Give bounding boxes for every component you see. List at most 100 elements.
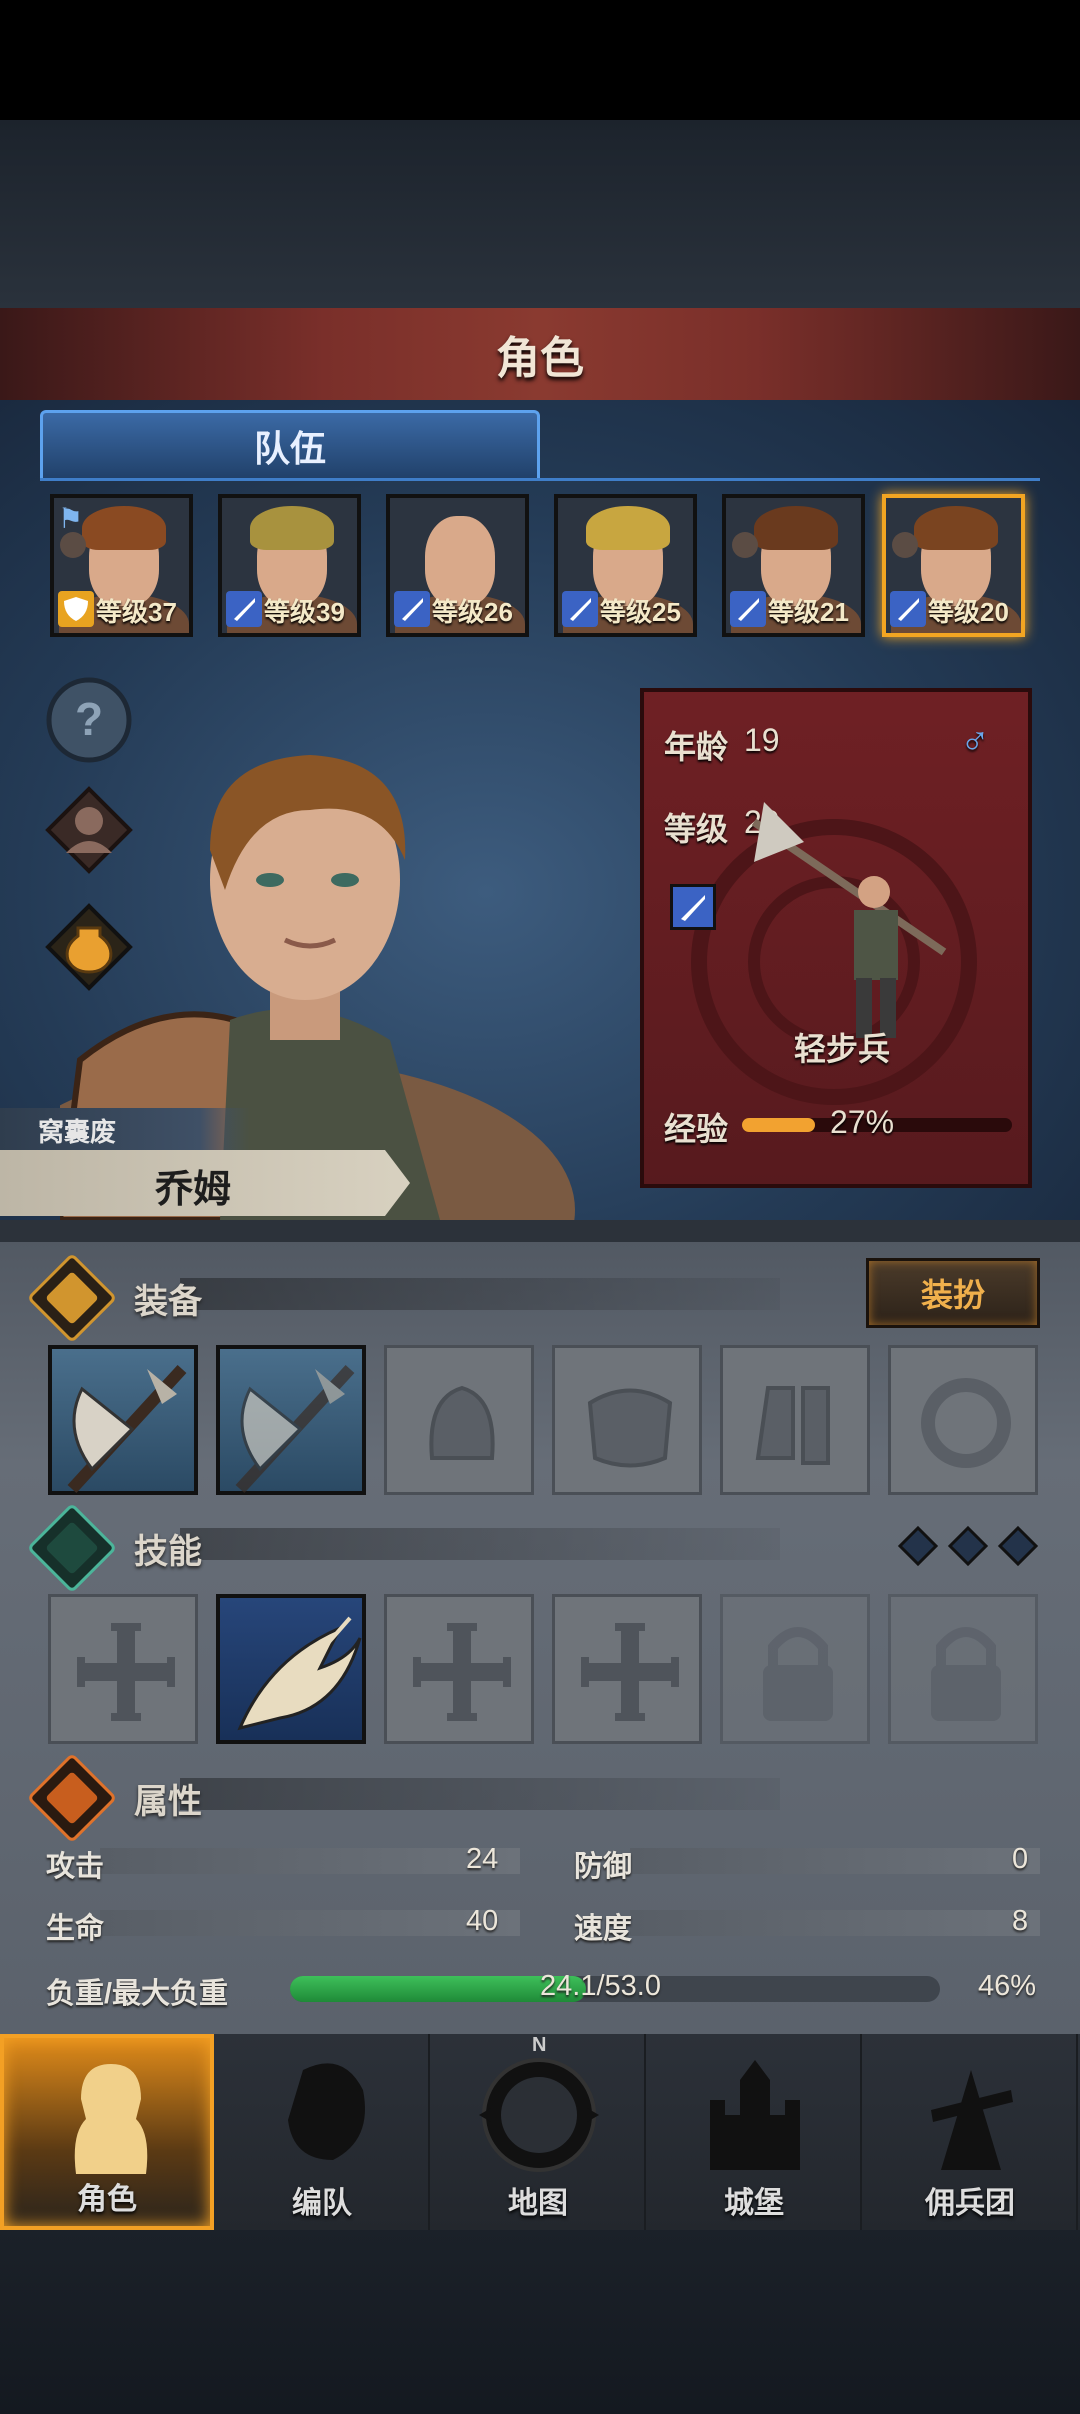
locked-skill-slot[interactable] <box>720 1594 870 1744</box>
hp-label: 生命 <box>46 1913 105 1945</box>
portrait-hair <box>82 506 166 550</box>
skills-title: 技能 <box>134 1533 202 1571</box>
portrait-hair <box>754 506 838 550</box>
sword-icon <box>730 591 766 627</box>
party-portrait[interactable]: 等级20 <box>882 494 1025 637</box>
attack-value: 24 <box>466 1843 499 1875</box>
defense-bar <box>630 1848 1040 1874</box>
ring-slot[interactable] <box>888 1345 1038 1495</box>
nav-formation[interactable]: 编队 <box>216 2034 430 2230</box>
age-value: 19 <box>744 722 780 758</box>
defense-label: 防御 <box>574 1851 633 1883</box>
portrait-level: 等级25 <box>600 597 681 627</box>
panel-divider <box>0 1220 1080 1242</box>
exp-bar-fill <box>742 1118 815 1132</box>
hp-bar <box>100 1910 520 1936</box>
speed-value: 8 <box>1012 1905 1029 1937</box>
section-bar <box>180 1528 780 1560</box>
sword-icon <box>562 591 598 627</box>
nav-label: 地图 <box>508 2187 568 2220</box>
class-name: 轻步兵 <box>794 1031 891 1067</box>
eagle-skill-slot[interactable] <box>216 1594 366 1744</box>
nav-label: 角色 <box>77 2183 137 2216</box>
portrait-hair <box>586 506 670 550</box>
sword-icon <box>890 591 926 627</box>
equipment-title: 装备 <box>134 1283 202 1321</box>
top-backdrop <box>0 120 1080 310</box>
weight-value: 24.1/53.0 <box>540 1970 661 2002</box>
castle-icon <box>685 2040 825 2180</box>
helmet-slot[interactable] <box>384 1345 534 1495</box>
attack-bar <box>100 1848 520 1874</box>
section-bar <box>180 1778 780 1810</box>
level-label: 等级 <box>664 811 729 847</box>
portrait-level: 等级21 <box>768 597 849 627</box>
portrait-level: 等级37 <box>96 597 177 627</box>
character-name[interactable]: 乔姆 <box>155 1158 231 1213</box>
knight-icon <box>41 2044 181 2184</box>
hp-value: 40 <box>466 1905 499 1937</box>
attributes-header: 属性 <box>26 1752 1040 1844</box>
character-trait: 窝囊废 <box>38 1117 117 1147</box>
tab-team[interactable]: 队伍 <box>40 410 540 478</box>
leader-flag-icon: ⚑ <box>58 503 84 534</box>
empty-skill-slot[interactable] <box>384 1594 534 1744</box>
dress-up-label: 装扮 <box>920 1277 985 1313</box>
mercenary-icon <box>901 2040 1041 2180</box>
nav-label: 城堡 <box>724 2187 784 2220</box>
portrait-level: 等级26 <box>432 597 513 627</box>
character-info-card: 年龄 19 ♂ 等级 20 轻步兵 经验 27% <box>640 688 1032 1188</box>
empty-skill-slot[interactable] <box>48 1594 198 1744</box>
svg-text:?: ? <box>75 693 103 745</box>
status-bar-area <box>0 0 1080 120</box>
section-bar <box>180 1278 780 1310</box>
nav-knight[interactable]: 角色 <box>0 2034 214 2230</box>
party-portrait[interactable]: 等级25 <box>554 494 697 637</box>
defense-value: 0 <box>1012 1843 1029 1875</box>
tab-team-label: 队伍 <box>253 427 326 469</box>
shield-icon <box>58 591 94 627</box>
gender-male-icon: ♂ <box>960 718 990 762</box>
portrait-level: 等级20 <box>928 597 1009 627</box>
compass-map-icon <box>469 2040 609 2180</box>
age-label: 年龄 <box>664 729 729 765</box>
armor-slot[interactable] <box>552 1345 702 1495</box>
portrait-hair <box>914 506 998 550</box>
bottom-backdrop <box>0 2230 1080 2414</box>
portrait-hair <box>250 506 334 550</box>
dress-up-button[interactable]: 装扮 <box>866 1258 1040 1328</box>
speed-label: 速度 <box>574 1913 633 1945</box>
companion-icon <box>60 532 86 558</box>
formation-icon <box>253 2040 393 2180</box>
attack-label: 攻击 <box>46 1851 105 1883</box>
nav-compass-map[interactable]: N 地图 <box>432 2034 646 2230</box>
light-infantry-figure <box>751 802 947 1038</box>
speed-bar <box>630 1910 1040 1936</box>
weight-label: 负重/最大负重 <box>46 1978 229 2010</box>
boots-slot[interactable] <box>720 1345 870 1495</box>
party-portrait[interactable]: ⚑ 等级37 <box>50 494 193 637</box>
weight-percent: 46% <box>978 1970 1037 2002</box>
nav-label: 编队 <box>292 2187 352 2220</box>
exp-label: 经验 <box>664 1111 729 1147</box>
party-portrait[interactable]: 等级26 <box>386 494 529 637</box>
attributes-title: 属性 <box>134 1783 202 1821</box>
companion-icon <box>732 532 758 558</box>
class-sword-icon <box>670 884 716 930</box>
companion-icon <box>892 532 918 558</box>
exp-percent: 27% <box>830 1104 895 1140</box>
axe-offhand-slot[interactable] <box>216 1345 366 1495</box>
page-title: 角色 <box>496 334 584 383</box>
skill-points-icon <box>897 1525 1039 1567</box>
party-portrait[interactable]: 等级39 <box>218 494 361 637</box>
party-portrait[interactable]: 等级21 <box>722 494 865 637</box>
axe-weapon-slot[interactable] <box>48 1345 198 1495</box>
locked-skill-slot[interactable] <box>888 1594 1038 1744</box>
sword-icon <box>226 591 262 627</box>
nav-castle[interactable]: 城堡 <box>648 2034 862 2230</box>
north-label: N <box>532 2034 547 2056</box>
sword-icon <box>394 591 430 627</box>
nav-label: 佣兵团 <box>925 2187 1015 2220</box>
empty-skill-slot[interactable] <box>552 1594 702 1744</box>
nav-mercenary[interactable]: 佣兵团 <box>864 2034 1078 2230</box>
